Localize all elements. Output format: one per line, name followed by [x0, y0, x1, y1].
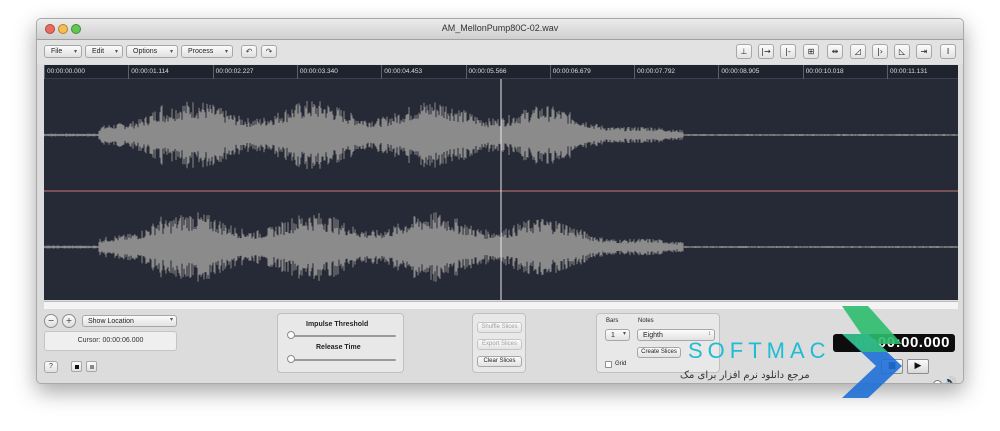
release-time-slider[interactable]: [290, 359, 396, 361]
ruler-tick-mark: [718, 65, 720, 79]
split-button[interactable]: ⇥: [916, 44, 932, 59]
grid-label: Grid: [615, 361, 627, 367]
create-slices-button[interactable]: Create Slices: [637, 347, 681, 358]
crop-button[interactable]: ⊞: [803, 44, 819, 59]
time-ruler[interactable]: 00:00:00.000 00:00:01.114 00:00:02.227 00:0…: [44, 65, 958, 79]
normalize-icon: ⇹: [831, 47, 839, 56]
crop-icon: ⊞: [807, 47, 815, 56]
ruler-tick-label: 00:00:02.227: [215, 68, 254, 75]
brand-text: SOFTMAC: [688, 338, 831, 363]
zoom-in-icon: +: [65, 316, 73, 325]
chevron-down-icon: ▾: [169, 317, 173, 323]
play-from-icon: |›: [877, 47, 883, 56]
trim-start-icon: |→: [761, 47, 771, 56]
ruler-tick-label: 00:00:11.131: [890, 68, 928, 75]
square-icon: [75, 365, 79, 369]
ruler-tick-label: 00:00:01.114: [131, 68, 169, 75]
tagline-text: مرجع دانلود نرم افزار برای مک: [680, 370, 810, 381]
ruler-tick-mark: [44, 65, 45, 79]
normalize-button[interactable]: ⇹: [827, 44, 843, 59]
ruler-tick-mark: [887, 65, 888, 79]
export-slices-button[interactable]: Export Slices: [477, 339, 522, 350]
release-time-knob[interactable]: [287, 355, 295, 363]
stop-view-button[interactable]: [71, 361, 82, 372]
impulse-threshold-slider[interactable]: [290, 335, 396, 337]
ruler-tick-mark: [802, 65, 804, 79]
window-title: AM_MellonPump80C-02.wav: [441, 23, 559, 33]
ruler-tick-mark: [634, 65, 636, 79]
ruler-tick-label: 00:00:07.792: [637, 68, 676, 75]
ruler-tick-mark: [465, 65, 467, 79]
ruler-tick-label: 00:00:04.453: [384, 68, 423, 75]
redo-button[interactable]: ↷: [261, 45, 277, 58]
impulse-threshold-knob[interactable]: [287, 331, 295, 339]
softmac-logo: [842, 306, 902, 398]
zoom-in-button[interactable]: +: [62, 314, 76, 328]
edit-menu[interactable]: Edit ▾: [85, 45, 123, 58]
cursor-readout: Cursor: 00:00:06.000: [44, 331, 177, 351]
redo-icon: ↷: [265, 47, 273, 56]
file-menu[interactable]: File ▾: [44, 45, 82, 58]
trim-start-button[interactable]: |→: [758, 44, 774, 59]
bars-label: Bars: [606, 318, 619, 324]
split-icon: ⇥: [920, 47, 928, 56]
ruler-tick-label: 00:00:10.018: [805, 68, 844, 75]
zoom-out-button[interactable]: −: [44, 314, 58, 328]
softmac-watermark: SOFTMAC مرجع دانلود نرم افزار برای مک: [678, 306, 968, 402]
waveform-display[interactable]: [44, 79, 958, 300]
chevron-down-icon: ▾: [114, 49, 118, 55]
clear-slices-button[interactable]: Clear Slices: [477, 356, 522, 367]
fade-in-button[interactable]: ◿: [850, 44, 866, 59]
ruler-tick-mark: [549, 65, 551, 79]
options-menu[interactable]: Options ▾: [126, 45, 178, 58]
trim-end-button[interactable]: |-: [780, 44, 796, 59]
title-bar: AM_MellonPump80C-02.wav: [37, 19, 963, 40]
release-time-label: Release Time: [316, 344, 361, 351]
fade-out-icon: ◺: [898, 47, 906, 56]
help-button[interactable]: ?: [44, 361, 58, 373]
chevron-down-icon: ▾: [622, 331, 626, 337]
undo-button[interactable]: ↶: [241, 45, 257, 58]
cursor-tool-button[interactable]: I: [940, 44, 956, 59]
fade-in-icon: ◿: [854, 47, 862, 56]
slice-actions-panel: Shuffle Slices Export Slices Clear Slice…: [472, 313, 526, 373]
zoom-out-icon: −: [47, 316, 55, 325]
ruler-tick-label: 00:00:03.340: [299, 68, 338, 75]
fade-out-button[interactable]: ◺: [894, 44, 910, 59]
grid-checkbox[interactable]: [605, 361, 612, 368]
play-from-button[interactable]: |›: [872, 44, 888, 59]
ruler-tick-mark: [212, 65, 214, 79]
toolbar: File ▾ Edit ▾ Options ▾ Process ▾ ↶ ↷ ⊥ |→ |…: [37, 40, 963, 64]
chevron-down-icon: ▾: [224, 49, 228, 55]
ruler-tick-label: 00:00:05.566: [468, 68, 507, 75]
shuffle-slices-button[interactable]: Shuffle Slices: [477, 322, 522, 333]
trim-end-icon: |-: [785, 47, 791, 56]
ruler-tick-mark: [128, 65, 130, 79]
waveform-editor[interactable]: 00:00:00.000 00:00:01.114 00:00:02.227 00:0…: [44, 65, 958, 300]
chevron-down-icon: ▾: [73, 49, 77, 55]
process-menu[interactable]: Process ▾: [181, 45, 233, 58]
ruler-tick-label: 00:00:06.679: [552, 68, 591, 75]
slice-detection-panel: Impulse Threshold Release Time: [277, 313, 404, 373]
location-select[interactable]: Show Location ▾: [82, 315, 177, 327]
square-icon: [90, 365, 94, 369]
bars-select[interactable]: 1 ▾: [605, 329, 630, 341]
lock-button[interactable]: ⊥: [736, 44, 752, 59]
ruler-tick-label: 00:00:08.905: [721, 68, 760, 75]
chevron-down-icon: ▾: [169, 49, 173, 55]
ruler-tick-label: 00:00:00.000: [47, 68, 85, 75]
grid-view-button[interactable]: [86, 361, 97, 372]
undo-icon: ↶: [245, 47, 253, 56]
ruler-tick-mark: [381, 65, 383, 79]
notes-label: Notes: [638, 318, 654, 324]
cursor-icon: I: [946, 47, 950, 56]
lock-icon: ⊥: [740, 47, 748, 56]
impulse-threshold-label: Impulse Threshold: [306, 321, 369, 328]
ruler-tick-mark: [296, 65, 298, 79]
